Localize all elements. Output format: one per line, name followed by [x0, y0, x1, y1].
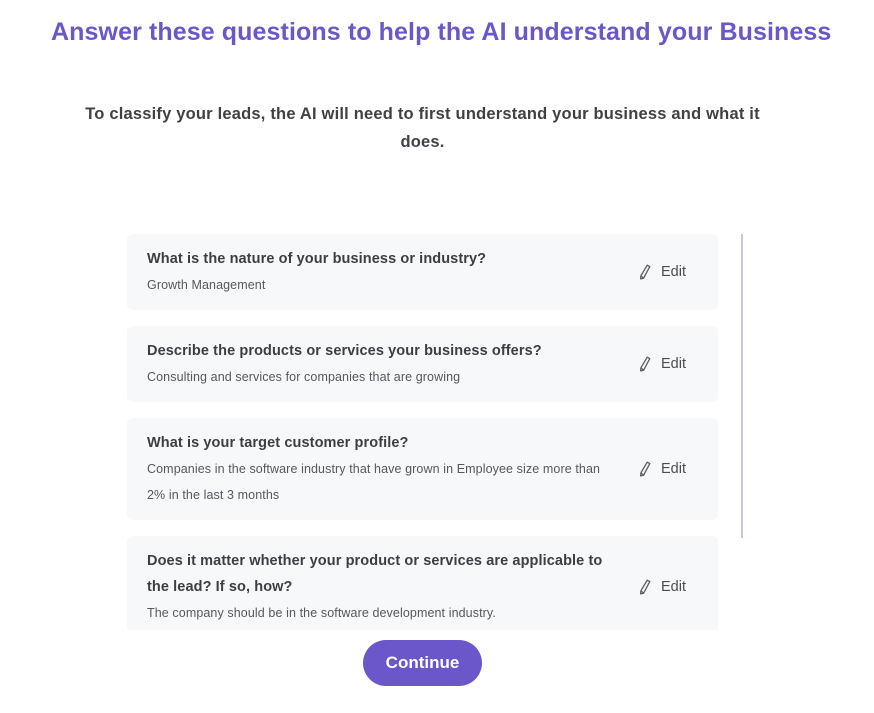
edit-button[interactable]: Edit [639, 579, 686, 595]
answer-text: The company should be in the software de… [147, 606, 496, 620]
answer-text: Consulting and services for companies th… [147, 370, 461, 384]
answer-text: Growth Management [147, 278, 266, 292]
continue-button[interactable]: Continue [363, 640, 482, 686]
question-text: Describe the products or services your b… [147, 343, 542, 359]
edit-button[interactable]: Edit [639, 461, 686, 477]
question-card: Does it matter whether your product or s… [127, 536, 718, 630]
questions-scroll-area[interactable]: What is the nature of your business or i… [127, 234, 743, 630]
questions-list: What is the nature of your business or i… [127, 234, 718, 630]
question-text: Does it matter whether your product or s… [147, 553, 603, 595]
question-card: Describe the products or services your b… [127, 326, 718, 402]
pencil-icon [639, 579, 651, 595]
pencil-icon [639, 264, 651, 280]
question-card: What is your target customer profile? Co… [127, 418, 718, 520]
question-card: What is the nature of your business or i… [127, 234, 718, 310]
page-description: To classify your leads, the AI will need… [85, 105, 760, 151]
scrollbar[interactable] [741, 234, 743, 538]
answer-text: Companies in the software industry that … [147, 462, 601, 502]
edit-label: Edit [661, 264, 686, 280]
edit-label: Edit [661, 579, 686, 595]
edit-button[interactable]: Edit [639, 264, 686, 280]
page-title: Answer these questions to help the AI un… [51, 18, 832, 46]
edit-label: Edit [661, 356, 686, 372]
edit-button[interactable]: Edit [639, 356, 686, 372]
pencil-icon [639, 461, 651, 477]
question-text: What is the nature of your business or i… [147, 251, 487, 267]
question-text: What is your target customer profile? [147, 435, 409, 451]
pencil-icon [639, 356, 651, 372]
edit-label: Edit [661, 461, 686, 477]
